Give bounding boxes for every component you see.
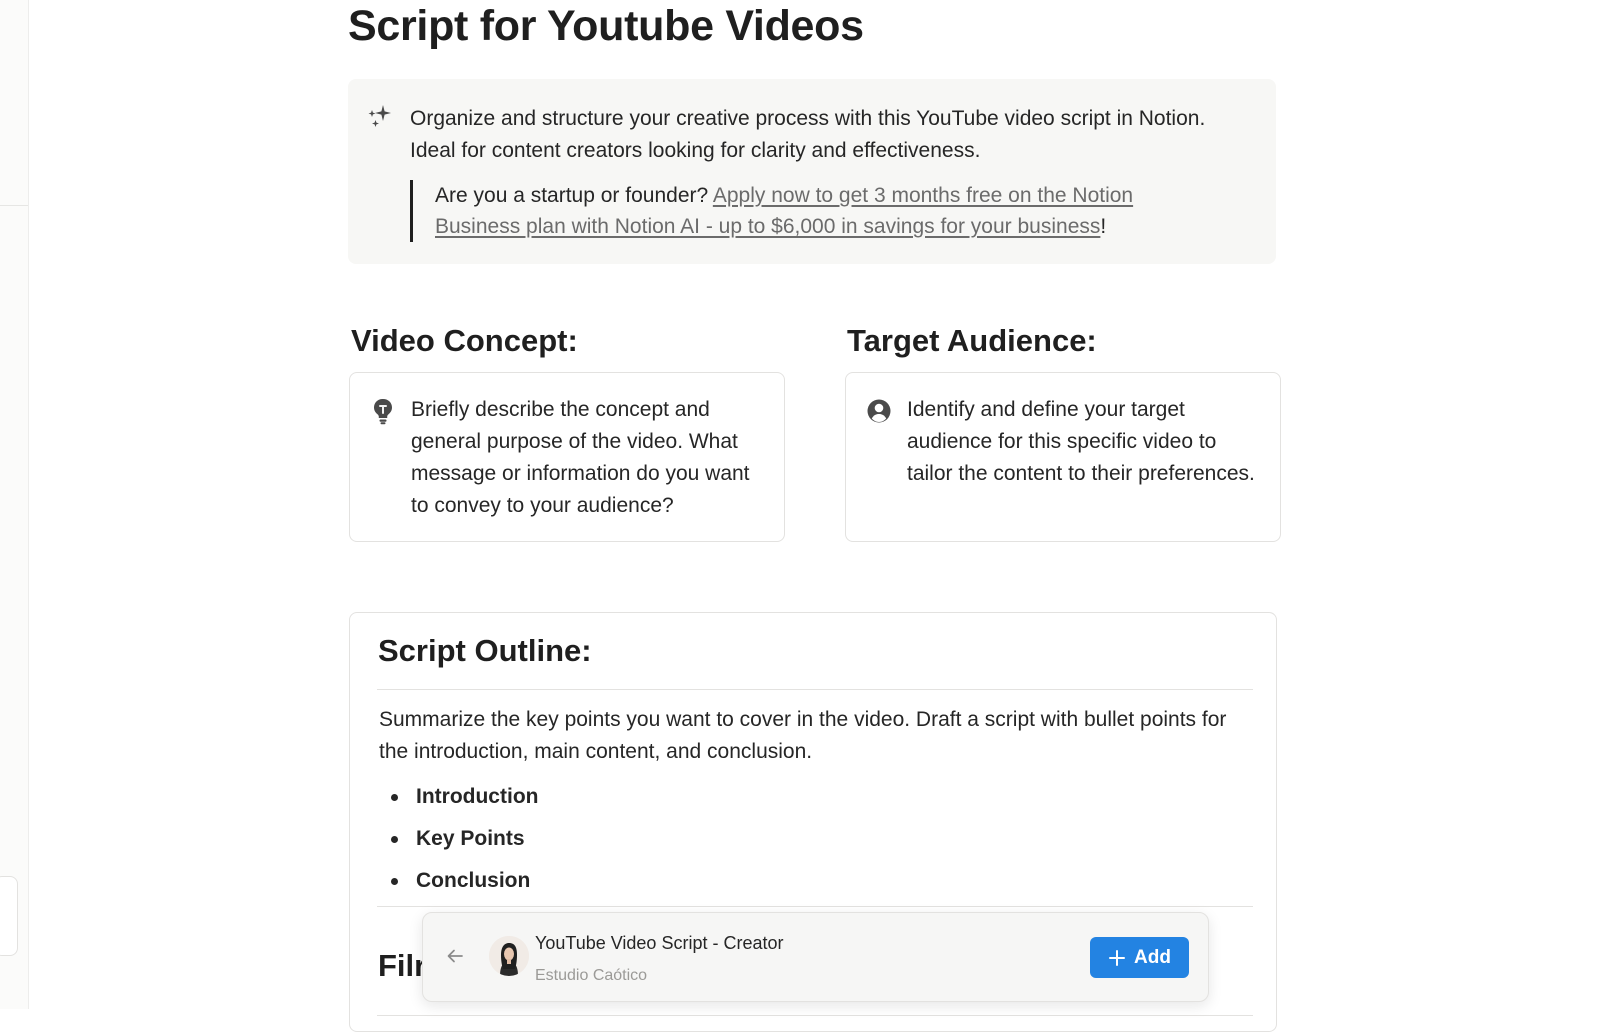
script-outline-heading: Script Outline:	[378, 633, 592, 668]
bullet-icon	[391, 878, 398, 885]
user-circle-icon	[867, 399, 891, 423]
lightbulb-icon	[374, 399, 392, 425]
video-concept-heading: Video Concept:	[351, 323, 578, 358]
script-outline-summary: Summarize the key points you want to cov…	[379, 708, 1227, 763]
outline-bullet-list: Introduction Key Points Conclusion	[379, 781, 538, 907]
template-preview-bar: YouTube Video Script - Creator Estudio C…	[422, 912, 1209, 1002]
target-audience-heading: Target Audience:	[847, 323, 1097, 358]
sparkles-icon	[368, 105, 391, 127]
plus-icon	[1109, 949, 1126, 966]
quote-suffix: !	[1100, 215, 1107, 238]
video-concept-text: Briefly describe the concept and general…	[411, 398, 750, 517]
list-item: Key Points	[379, 823, 538, 865]
rail-divider	[0, 205, 28, 206]
list-item-label: Introduction	[416, 785, 539, 808]
divider	[377, 906, 1253, 907]
template-title: YouTube Video Script - Creator	[535, 933, 784, 953]
list-item: Introduction	[379, 781, 538, 823]
startup-offer-quote: Are you a startup or founder? Apply now …	[410, 180, 1195, 242]
sidebar-toggle-tab[interactable]	[0, 876, 18, 956]
template-author: Estudio Caótico	[535, 967, 648, 984]
add-button-label: Add	[1134, 946, 1171, 968]
bullet-icon	[391, 794, 398, 801]
filming-heading-partial: Filr	[378, 948, 427, 983]
arrow-left-icon[interactable]	[445, 946, 465, 966]
list-item-label: Key Points	[416, 827, 525, 850]
list-item-label: Conclusion	[416, 869, 531, 892]
intro-callout: Organize and structure your creative pro…	[348, 79, 1276, 264]
video-concept-card: Briefly describe the concept and general…	[349, 372, 785, 542]
callout-intro-text: Organize and structure your creative pro…	[410, 107, 1206, 162]
bullet-icon	[391, 836, 398, 843]
divider	[377, 1015, 1253, 1016]
target-audience-text: Identify and define your target audience…	[907, 398, 1255, 485]
list-item: Conclusion	[379, 865, 538, 907]
quote-prefix: Are you a startup or founder?	[435, 184, 713, 207]
creator-avatar-icon	[489, 936, 529, 976]
left-sidebar-rail	[0, 0, 29, 1009]
divider	[377, 689, 1253, 690]
target-audience-card: Identify and define your target audience…	[845, 372, 1281, 542]
add-template-button[interactable]: Add	[1090, 937, 1189, 978]
avatar	[489, 936, 529, 976]
page-title: Script for Youtube Videos	[348, 2, 864, 50]
